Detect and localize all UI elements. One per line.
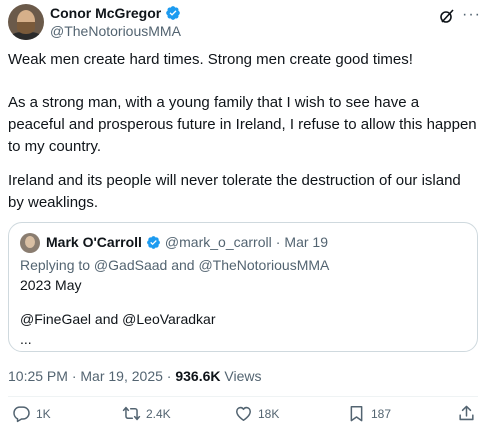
tweet-paragraph: Ireland and its people will never tolera…: [8, 172, 461, 211]
repost-button[interactable]: 2.4K: [122, 404, 171, 423]
verified-badge-icon: [146, 235, 161, 250]
tweet-paragraph: As a strong man, with a young family tha…: [8, 94, 477, 155]
divider: [8, 396, 478, 397]
heart-icon: [234, 404, 253, 423]
repost-icon: [122, 404, 141, 423]
quote-handle[interactable]: @mark_o_carroll: [165, 234, 272, 250]
like-button[interactable]: 18K: [234, 404, 279, 423]
author-name-row: Conor McGregor: [50, 5, 181, 21]
meta-separator: ·: [71, 368, 77, 384]
quoted-tweet[interactable]: Mark O'Carroll @mark_o_carroll · Mar 19 …: [8, 222, 478, 352]
tweet-meta: 10:25 PM · Mar 19, 2025 · 936.6K Views: [8, 368, 261, 384]
quote-line: @FineGael and @LeoVaradkar: [20, 311, 216, 327]
bookmark-button[interactable]: 187: [347, 404, 391, 423]
author-handle[interactable]: @TheNotoriousMMA: [50, 23, 181, 39]
repost-count: 2.4K: [146, 406, 171, 421]
tweet-paragraph: Weak men create hard times. Strong men c…: [8, 51, 413, 68]
reply-count: 1K: [36, 406, 51, 421]
verified-badge-icon: [165, 5, 181, 21]
author-display-name[interactable]: Conor McGregor: [50, 5, 161, 21]
tweet: Conor McGregor @TheNotoriousMMA ··· Weak…: [0, 0, 486, 429]
quote-replying-to: Replying to @GadSaad and @TheNotoriousMM…: [20, 257, 330, 273]
views-label: Views: [224, 368, 262, 384]
quote-header: Mark O'Carroll @mark_o_carroll · Mar 19: [46, 234, 328, 250]
quote-date[interactable]: Mar 19: [284, 234, 328, 250]
grok-icon[interactable]: [439, 8, 455, 29]
tweet-time[interactable]: 10:25 PM: [8, 368, 68, 384]
reply-icon: [12, 404, 31, 423]
quote-line: ...: [20, 331, 32, 347]
reply-button[interactable]: 1K: [12, 404, 51, 423]
quote-line: 2023 May: [20, 277, 82, 293]
action-bar: 1K 2.4K 18K 187: [0, 404, 486, 426]
author-avatar[interactable]: [8, 4, 44, 40]
like-count: 18K: [258, 406, 280, 421]
quote-separator: ·: [275, 234, 281, 250]
quote-avatar[interactable]: [20, 233, 40, 253]
bookmark-count: 187: [371, 406, 392, 421]
bookmark-icon: [347, 404, 366, 423]
share-button[interactable]: [457, 404, 476, 423]
more-icon[interactable]: ···: [462, 6, 481, 24]
share-icon: [457, 404, 476, 423]
quote-display-name[interactable]: Mark O'Carroll: [46, 234, 142, 250]
views-count: 936.6K: [175, 368, 221, 384]
tweet-date[interactable]: Mar 19, 2025: [80, 368, 163, 384]
meta-separator: ·: [166, 368, 172, 384]
